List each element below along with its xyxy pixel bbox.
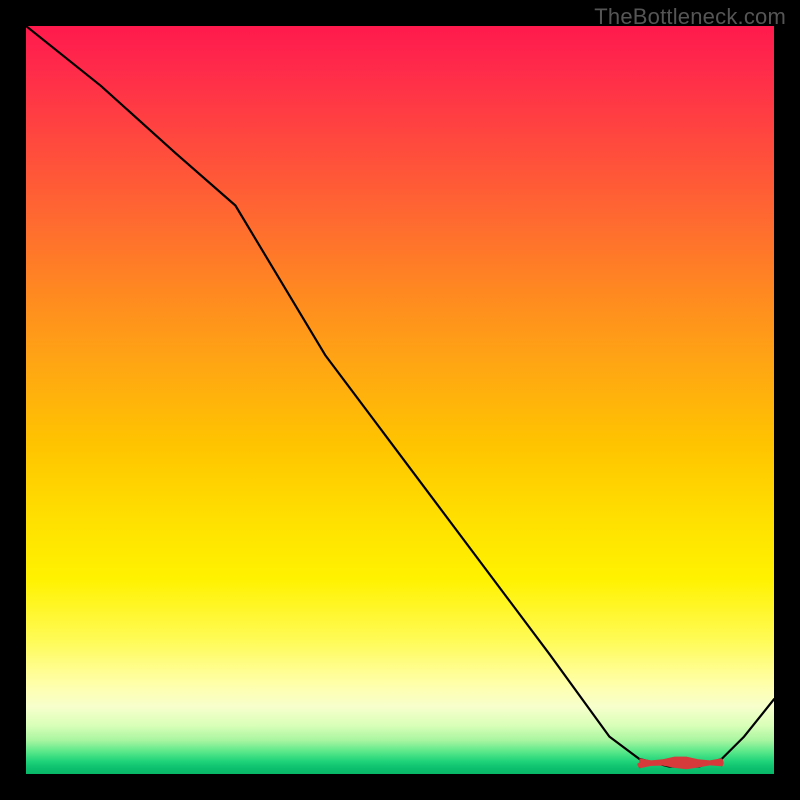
chart-svg: [26, 26, 774, 774]
bottom-blob: [637, 757, 723, 770]
bottom-blob-path: [637, 757, 723, 770]
chart-frame: [26, 26, 774, 774]
series-curve: [26, 26, 774, 767]
watermark-text: TheBottleneck.com: [594, 4, 786, 30]
